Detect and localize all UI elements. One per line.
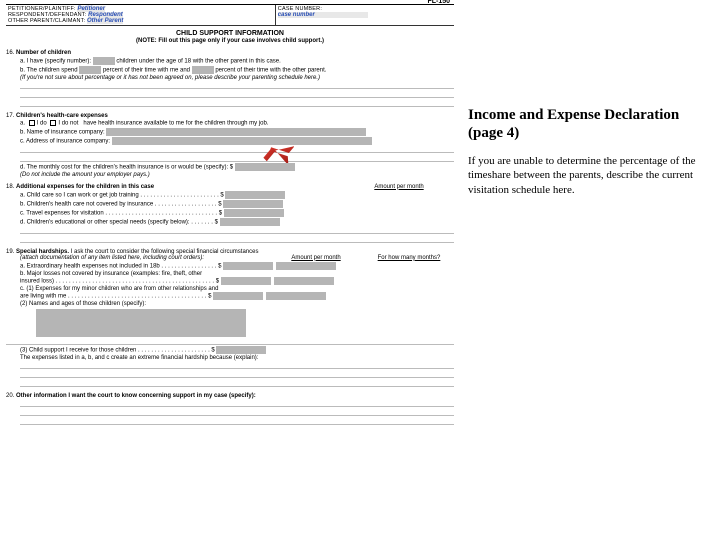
fill-field[interactable] [266, 292, 326, 300]
fill-field[interactable] [192, 66, 214, 74]
write-line[interactable] [20, 417, 454, 425]
s19-sub: (attach documentation of any item listed… [20, 255, 204, 261]
s16-a2: children under the age of 18 with the ot… [116, 59, 280, 65]
case-header: PETITIONER/PLAINTIFF: Petitioner RESPOND… [6, 4, 454, 26]
form-code: FL-150 [427, 0, 450, 5]
s18-c: c. Travel expenses for visitation . . . … [20, 210, 217, 216]
other-parent-value: Other Parent [87, 18, 123, 24]
s18-a: a. Child care so I can work or get job t… [20, 192, 219, 198]
fill-field[interactable] [106, 128, 366, 136]
write-line[interactable] [20, 379, 454, 387]
fill-field[interactable] [221, 277, 271, 285]
s16-b1: b. The children spend [20, 68, 78, 74]
checkbox-do[interactable] [29, 120, 35, 126]
s17-d: d. The monthly cost for the children's h… [20, 164, 233, 170]
section-19: 19. Special hardships. I ask the court t… [6, 249, 454, 387]
fill-field[interactable] [216, 346, 266, 354]
s19-c3: (3) Child support I receive for those ch… [20, 347, 210, 353]
write-line[interactable] [20, 145, 454, 153]
s17-dnote: (Do not include the amount your employer… [20, 172, 454, 178]
s17-a2: have health insurance available to me fo… [83, 121, 268, 127]
section-20: 20. Other information I want the court t… [6, 393, 454, 425]
s20-heading: Other information I want the court to kn… [16, 393, 256, 399]
s17-c: c. Address of insurance company: [20, 138, 110, 144]
form-title: CHILD SUPPORT INFORMATION [6, 30, 454, 37]
fill-field[interactable] [225, 191, 285, 199]
annotation-title: Income and Expense Declaration (page 4) [468, 106, 708, 142]
amount-header: Amount per month [276, 255, 356, 261]
annotation-panel: Income and Expense Declaration (page 4) … [460, 0, 716, 203]
write-line[interactable] [20, 235, 454, 243]
fill-field[interactable] [79, 66, 101, 74]
callout-arrow-icon [260, 139, 294, 168]
months-header: For how many months? [364, 255, 454, 261]
s17-a-label: a. [20, 121, 25, 127]
fill-field[interactable] [93, 57, 115, 65]
fill-field[interactable] [224, 209, 284, 217]
s18-heading: Additional expenses for the children in … [16, 184, 154, 190]
fill-field[interactable] [112, 137, 372, 145]
s19-c2: (2) Names and ages of those children (sp… [20, 301, 454, 307]
fill-field[interactable] [220, 218, 280, 226]
s17-donot: I do not [58, 121, 78, 127]
s16-heading: Number of children [16, 50, 71, 56]
write-line[interactable] [6, 337, 454, 345]
write-line[interactable] [20, 370, 454, 378]
fill-block[interactable] [36, 309, 246, 337]
form-note: (NOTE: Fill out this page only if your c… [6, 38, 454, 44]
fill-field[interactable] [274, 277, 334, 285]
s17-do: I do [37, 121, 47, 127]
s18-d: d. Children's educational or other speci… [20, 219, 213, 225]
write-line[interactable] [20, 90, 454, 98]
s19-a: a. Extraordinary health expenses not inc… [20, 263, 216, 269]
other-parent-label: OTHER PARENT/CLAIMANT: [8, 18, 85, 24]
s16-b3: percent of their time with the other par… [215, 68, 326, 74]
section-17: 17. Children's health-care expenses a. I… [6, 113, 454, 178]
write-line[interactable] [20, 226, 454, 234]
write-line[interactable] [20, 99, 454, 107]
case-number-value: case number [278, 12, 368, 18]
fill-field[interactable] [213, 292, 263, 300]
write-line[interactable] [20, 154, 454, 162]
s17-b: b. Name of insurance company: [20, 129, 105, 135]
s17-heading: Children's health-care expenses [16, 113, 108, 119]
amount-header: Amount per month [344, 184, 454, 190]
s16-a1: a. I have (specify number): [20, 59, 91, 65]
section-16: 16. Number of children a. I have (specif… [6, 50, 454, 107]
fill-field[interactable] [276, 262, 336, 270]
s19-b: b. Major losses not covered by insurance… [20, 271, 214, 285]
form-page: FL-150 PETITIONER/PLAINTIFF: Petitioner … [6, 4, 454, 536]
s16-b2: percent of their time with me and [103, 68, 190, 74]
write-line[interactable] [20, 81, 454, 89]
fill-field[interactable] [223, 200, 283, 208]
write-line[interactable] [20, 361, 454, 369]
s18-b: b. Children's health care not covered by… [20, 201, 217, 207]
section-18: 18. Additional expenses for the children… [6, 184, 454, 243]
fill-field[interactable] [223, 262, 273, 270]
write-line[interactable] [20, 408, 454, 416]
write-line[interactable] [20, 399, 454, 407]
s19-c1: c. (1) Expenses for my minor children wh… [20, 286, 218, 300]
checkbox-donot[interactable] [50, 120, 56, 126]
annotation-body: If you are unable to determine the perce… [468, 154, 708, 197]
